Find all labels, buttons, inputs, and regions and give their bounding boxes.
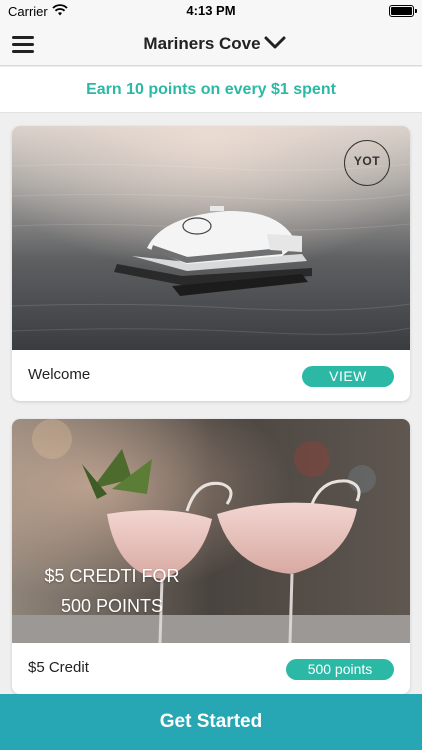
card-footer: $5 Credit 500 points [12, 643, 410, 694]
chevron-down-icon[interactable] [263, 35, 287, 51]
card-title: Welcome [28, 366, 91, 383]
card-title: $5 Credit [28, 659, 89, 676]
welcome-card[interactable]: YOT Welcome VIEW [12, 126, 410, 401]
pink-cocktails-photo: $5 CREDTI FOR 500 POINTS [12, 419, 410, 643]
points-promo-banner: Earn 10 points on every $1 spent [0, 67, 422, 113]
points-badge[interactable]: 500 points [286, 659, 394, 680]
offer-overlay: $5 CREDTI FOR 500 POINTS [32, 561, 192, 621]
yot-logo: YOT [344, 140, 390, 186]
venue-title[interactable]: Mariners Cove [0, 34, 422, 54]
battery-icon [389, 5, 417, 17]
offer-line-1: $5 CREDTI FOR [44, 566, 180, 586]
nav-bar: Mariners Cove [0, 22, 422, 66]
card-footer: Welcome VIEW [12, 350, 410, 401]
boat-on-water-photo: YOT [12, 126, 410, 350]
view-button[interactable]: VIEW [302, 366, 394, 387]
get-started-button[interactable]: Get Started [0, 694, 422, 750]
status-bar: Carrier 4:13 PM [0, 0, 422, 22]
credit-card[interactable]: $5 CREDTI FOR 500 POINTS $5 Credit 500 p… [12, 419, 410, 694]
status-time: 4:13 PM [186, 3, 236, 18]
offer-line-2: 500 POINTS [60, 596, 164, 616]
